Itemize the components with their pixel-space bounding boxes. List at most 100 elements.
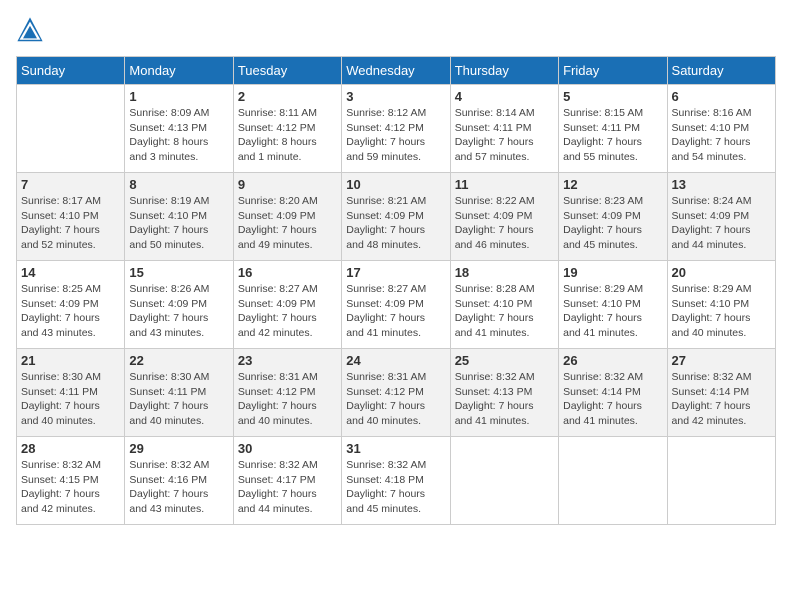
calendar-cell: 23 Sunrise: 8:31 AMSunset: 4:12 PMDayligh… — [233, 349, 341, 437]
day-header: Monday — [125, 57, 233, 85]
calendar-cell: 29Sunrise: 8:32 AMSunset: 4:16 PMDayligh… — [125, 437, 233, 525]
calendar-cell: 20 Sunrise: 8:29 AMSunset: 4:10 PMDayligh… — [667, 261, 775, 349]
day-info: Sunrise: 8:32 AMSunset: 4:15 PMDaylight:… — [21, 458, 120, 517]
day-number: 1 — [129, 89, 228, 104]
calendar-cell: 2 Sunrise: 8:11 AMSunset: 4:12 PMDaylight… — [233, 85, 341, 173]
day-number: 19 — [563, 265, 662, 280]
day-number: 5 — [563, 89, 662, 104]
day-number: 3 — [346, 89, 445, 104]
day-info: Sunrise: 8:20 AMSunset: 4:09 PMDaylight:… — [238, 194, 337, 253]
calendar-cell: 6 Sunrise: 8:16 AMSunset: 4:10 PMDaylight… — [667, 85, 775, 173]
day-info: Sunrise: 8:17 AMSunset: 4:10 PMDaylight:… — [21, 194, 120, 253]
day-info: Sunrise: 8:27 AMSunset: 4:09 PMDaylight:… — [238, 282, 337, 341]
day-header: Friday — [559, 57, 667, 85]
day-info: Sunrise: 8:24 AMSunset: 4:09 PMDaylight:… — [672, 194, 771, 253]
day-number: 27 — [672, 353, 771, 368]
calendar-cell: 27 Sunrise: 8:32 AMSunset: 4:14 PMDayligh… — [667, 349, 775, 437]
day-info: Sunrise: 8:12 AMSunset: 4:12 PMDaylight:… — [346, 106, 445, 165]
calendar-header: SundayMondayTuesdayWednesdayThursdayFrid… — [17, 57, 776, 85]
day-info: Sunrise: 8:31 AMSunset: 4:12 PMDaylight:… — [238, 370, 337, 429]
day-number: 14 — [21, 265, 120, 280]
day-info: Sunrise: 8:28 AMSunset: 4:10 PMDaylight:… — [455, 282, 554, 341]
calendar-cell: 30 Sunrise: 8:32 AMSunset: 4:17 PMDayligh… — [233, 437, 341, 525]
day-header: Wednesday — [342, 57, 450, 85]
day-number: 29 — [129, 441, 228, 456]
logo — [16, 16, 46, 44]
day-number: 20 — [672, 265, 771, 280]
calendar-cell: 31Sunrise: 8:32 AMSunset: 4:18 PMDayligh… — [342, 437, 450, 525]
calendar-cell: 19 Sunrise: 8:29 AMSunset: 4:10 PMDayligh… — [559, 261, 667, 349]
calendar-week: 1Sunrise: 8:09 AMSunset: 4:13 PMDaylight… — [17, 85, 776, 173]
day-number: 8 — [129, 177, 228, 192]
calendar-cell: 3 Sunrise: 8:12 AMSunset: 4:12 PMDaylight… — [342, 85, 450, 173]
day-info: Sunrise: 8:32 AMSunset: 4:14 PMDaylight:… — [563, 370, 662, 429]
day-number: 4 — [455, 89, 554, 104]
calendar-cell: 18 Sunrise: 8:28 AMSunset: 4:10 PMDayligh… — [450, 261, 558, 349]
calendar-cell: 14 Sunrise: 8:25 AMSunset: 4:09 PMDayligh… — [17, 261, 125, 349]
day-number: 30 — [238, 441, 337, 456]
day-number: 13 — [672, 177, 771, 192]
calendar-cell — [17, 85, 125, 173]
day-info: Sunrise: 8:19 AMSunset: 4:10 PMDaylight:… — [129, 194, 228, 253]
calendar-week: 21 Sunrise: 8:30 AMSunset: 4:11 PMDayligh… — [17, 349, 776, 437]
calendar-cell: 10 Sunrise: 8:21 AMSunset: 4:09 PMDayligh… — [342, 173, 450, 261]
calendar-cell: 1Sunrise: 8:09 AMSunset: 4:13 PMDaylight… — [125, 85, 233, 173]
day-info: Sunrise: 8:27 AMSunset: 4:09 PMDaylight:… — [346, 282, 445, 341]
calendar-cell: 25 Sunrise: 8:32 AMSunset: 4:13 PMDayligh… — [450, 349, 558, 437]
calendar-cell: 17 Sunrise: 8:27 AMSunset: 4:09 PMDayligh… — [342, 261, 450, 349]
day-number: 21 — [21, 353, 120, 368]
day-info: Sunrise: 8:21 AMSunset: 4:09 PMDaylight:… — [346, 194, 445, 253]
day-info: Sunrise: 8:26 AMSunset: 4:09 PMDaylight:… — [129, 282, 228, 341]
calendar-cell: 22Sunrise: 8:30 AMSunset: 4:11 PMDayligh… — [125, 349, 233, 437]
day-number: 18 — [455, 265, 554, 280]
day-number: 9 — [238, 177, 337, 192]
day-number: 11 — [455, 177, 554, 192]
day-number: 26 — [563, 353, 662, 368]
day-number: 10 — [346, 177, 445, 192]
day-number: 2 — [238, 89, 337, 104]
day-info: Sunrise: 8:30 AMSunset: 4:11 PMDaylight:… — [21, 370, 120, 429]
day-number: 12 — [563, 177, 662, 192]
calendar-table: SundayMondayTuesdayWednesdayThursdayFrid… — [16, 56, 776, 525]
day-header: Thursday — [450, 57, 558, 85]
calendar-cell: 21 Sunrise: 8:30 AMSunset: 4:11 PMDayligh… — [17, 349, 125, 437]
day-info: Sunrise: 8:29 AMSunset: 4:10 PMDaylight:… — [672, 282, 771, 341]
calendar-week: 28 Sunrise: 8:32 AMSunset: 4:15 PMDayligh… — [17, 437, 776, 525]
day-number: 6 — [672, 89, 771, 104]
day-info: Sunrise: 8:29 AMSunset: 4:10 PMDaylight:… — [563, 282, 662, 341]
day-info: Sunrise: 8:14 AMSunset: 4:11 PMDaylight:… — [455, 106, 554, 165]
day-number: 16 — [238, 265, 337, 280]
day-info: Sunrise: 8:23 AMSunset: 4:09 PMDaylight:… — [563, 194, 662, 253]
calendar-cell: 16 Sunrise: 8:27 AMSunset: 4:09 PMDayligh… — [233, 261, 341, 349]
calendar-cell — [450, 437, 558, 525]
day-number: 28 — [21, 441, 120, 456]
calendar-cell: 28 Sunrise: 8:32 AMSunset: 4:15 PMDayligh… — [17, 437, 125, 525]
day-info: Sunrise: 8:32 AMSunset: 4:18 PMDaylight:… — [346, 458, 445, 517]
calendar-cell — [667, 437, 775, 525]
day-number: 7 — [21, 177, 120, 192]
day-info: Sunrise: 8:31 AMSunset: 4:12 PMDaylight:… — [346, 370, 445, 429]
page-header — [16, 16, 776, 44]
calendar-cell: 11 Sunrise: 8:22 AMSunset: 4:09 PMDayligh… — [450, 173, 558, 261]
day-info: Sunrise: 8:16 AMSunset: 4:10 PMDaylight:… — [672, 106, 771, 165]
day-number: 17 — [346, 265, 445, 280]
day-info: Sunrise: 8:32 AMSunset: 4:14 PMDaylight:… — [672, 370, 771, 429]
day-info: Sunrise: 8:25 AMSunset: 4:09 PMDaylight:… — [21, 282, 120, 341]
calendar-week: 14 Sunrise: 8:25 AMSunset: 4:09 PMDayligh… — [17, 261, 776, 349]
day-info: Sunrise: 8:30 AMSunset: 4:11 PMDaylight:… — [129, 370, 228, 429]
calendar-cell: 15Sunrise: 8:26 AMSunset: 4:09 PMDayligh… — [125, 261, 233, 349]
day-number: 24 — [346, 353, 445, 368]
day-info: Sunrise: 8:32 AMSunset: 4:13 PMDaylight:… — [455, 370, 554, 429]
calendar-cell: 24 Sunrise: 8:31 AMSunset: 4:12 PMDayligh… — [342, 349, 450, 437]
calendar-cell: 5 Sunrise: 8:15 AMSunset: 4:11 PMDaylight… — [559, 85, 667, 173]
day-number: 23 — [238, 353, 337, 368]
day-info: Sunrise: 8:22 AMSunset: 4:09 PMDaylight:… — [455, 194, 554, 253]
day-header: Saturday — [667, 57, 775, 85]
day-number: 25 — [455, 353, 554, 368]
calendar-cell: 7 Sunrise: 8:17 AMSunset: 4:10 PMDaylight… — [17, 173, 125, 261]
calendar-cell: 26 Sunrise: 8:32 AMSunset: 4:14 PMDayligh… — [559, 349, 667, 437]
day-info: Sunrise: 8:15 AMSunset: 4:11 PMDaylight:… — [563, 106, 662, 165]
day-info: Sunrise: 8:32 AMSunset: 4:17 PMDaylight:… — [238, 458, 337, 517]
day-info: Sunrise: 8:11 AMSunset: 4:12 PMDaylight:… — [238, 106, 337, 165]
calendar-cell: 13 Sunrise: 8:24 AMSunset: 4:09 PMDayligh… — [667, 173, 775, 261]
